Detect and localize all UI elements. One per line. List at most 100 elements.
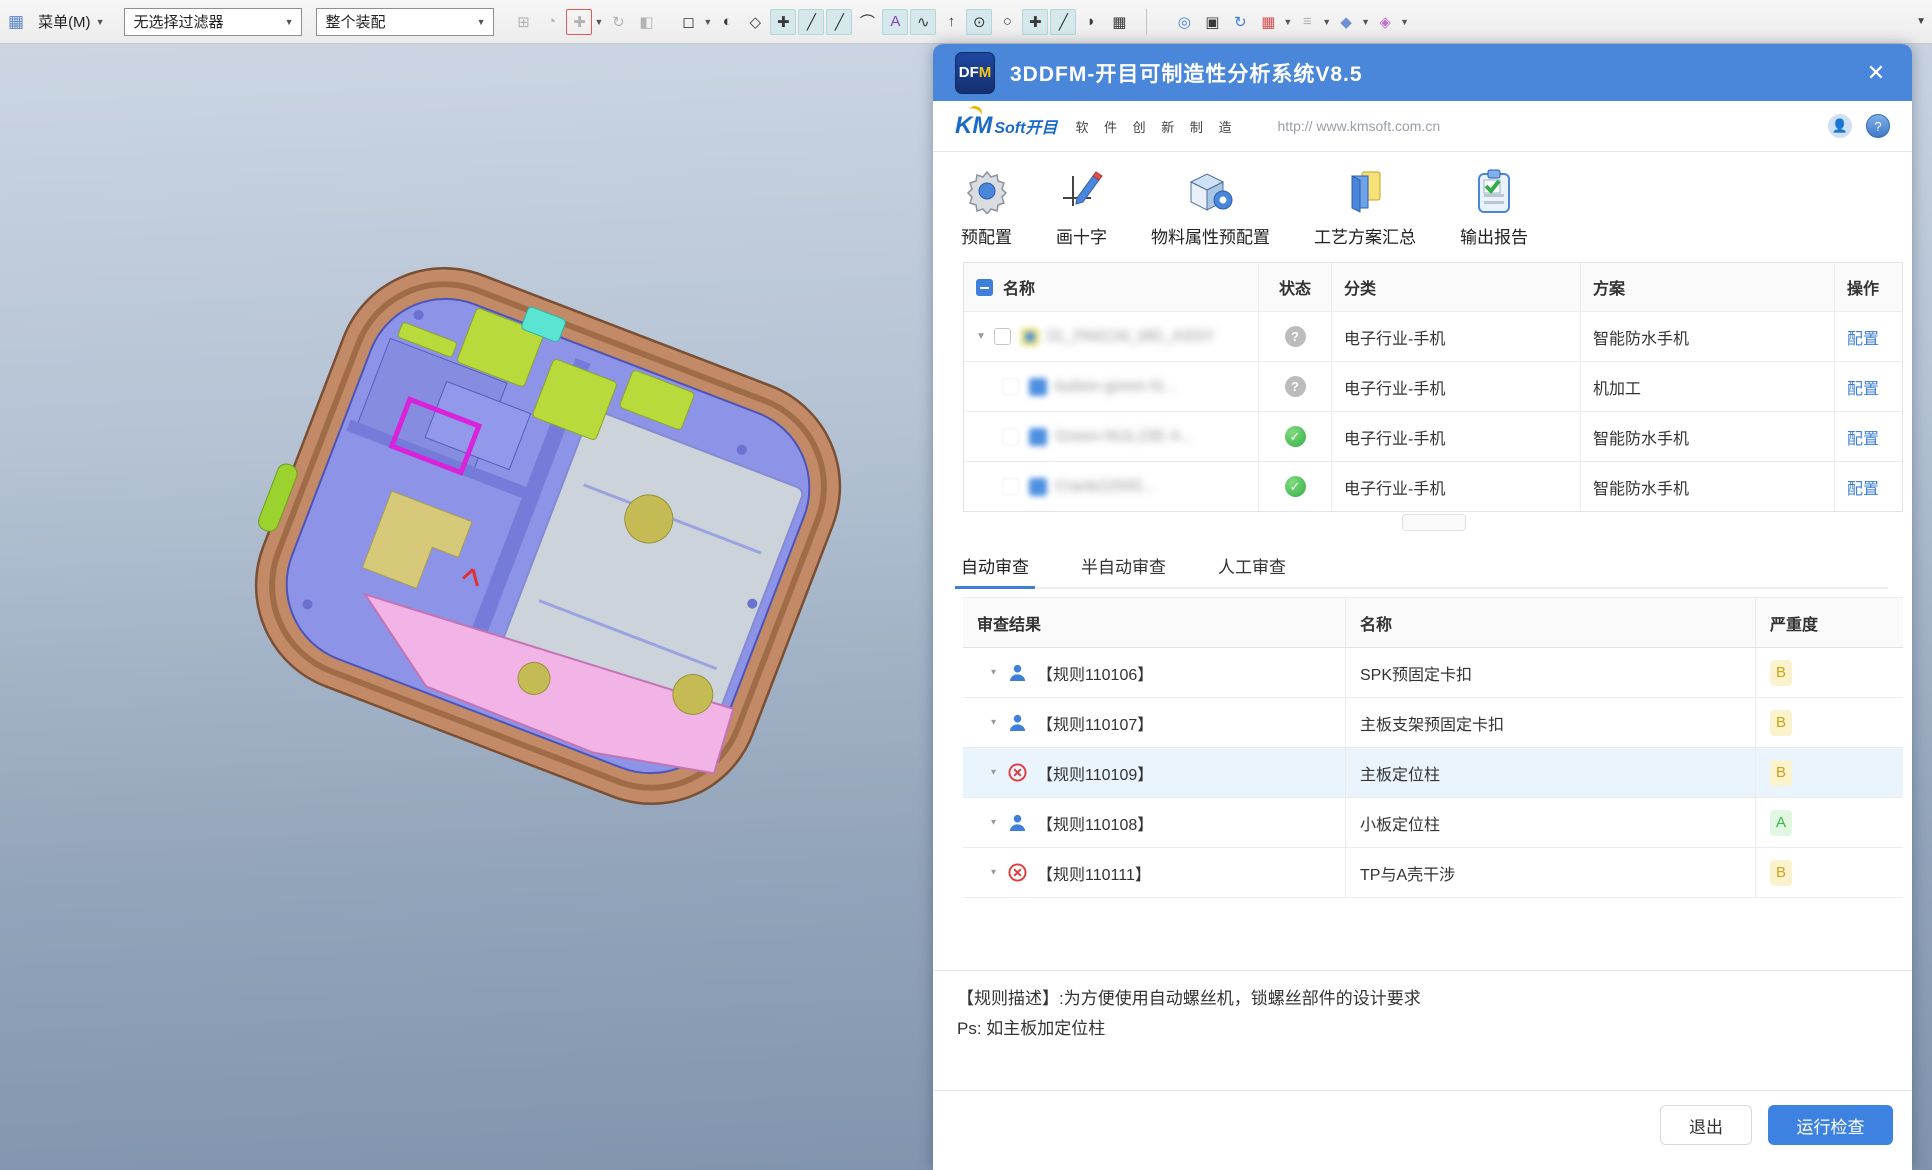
status-ok-icon: ✓ (1285, 426, 1306, 447)
render-style-icon[interactable]: ◈ (1372, 9, 1398, 35)
help-icon[interactable]: ? (1866, 114, 1890, 138)
chevron-down-icon[interactable]: ▼ (703, 17, 712, 27)
row-checkbox[interactable] (994, 328, 1011, 345)
table-row[interactable]: ▾ 【规则110108】 小板定位柱 A (963, 798, 1903, 848)
selection-filter-dropdown[interactable]: 无选择过滤器 ▼ (124, 8, 302, 36)
move-component-icon[interactable]: ✚ (770, 9, 796, 35)
chevron-down-icon[interactable]: ▼ (1361, 17, 1370, 27)
expand-icon[interactable]: ▼ (976, 331, 986, 342)
rule-name: TP与A壳干涉 (1346, 848, 1756, 897)
row-checkbox[interactable] (1002, 378, 1019, 395)
reuse-library-icon[interactable]: ↻ (605, 9, 631, 35)
rule-name: 主板定位柱 (1346, 748, 1756, 797)
col-plan: 方案 (1581, 263, 1835, 311)
person-icon (1008, 663, 1027, 682)
chevron-down-icon[interactable]: ▼ (1322, 17, 1331, 27)
select-box-icon[interactable]: ◻ (675, 9, 701, 35)
configure-link[interactable]: 配置 (1847, 425, 1879, 449)
user-icon[interactable]: 👤 (1828, 114, 1852, 138)
show-hide-icon[interactable]: ◐ (714, 9, 740, 35)
part-name: Green-NUL15E-4... (1055, 428, 1193, 446)
exit-button[interactable]: 退出 (1660, 1105, 1752, 1145)
rule-name: 主板支架预固定卡扣 (1346, 698, 1756, 747)
layers-icon[interactable]: ≡ (1294, 9, 1320, 35)
chevron-down-icon[interactable]: ▼ (1400, 17, 1409, 27)
dialog-title: 3DDFM-开目可制造性分析系统V8.5 (1010, 58, 1363, 88)
table-row[interactable]: button-green-N... ? 电子行业-手机 机加工 配置 (964, 361, 1902, 411)
ellipse-icon[interactable]: ○ (994, 9, 1020, 35)
configure-link[interactable]: 配置 (1847, 325, 1879, 349)
pattern-icon[interactable]: ◧ (633, 9, 659, 35)
spline-icon[interactable]: ∿ (910, 9, 936, 35)
parts-table-header: 名称 状态 分类 方案 操作 (964, 263, 1902, 311)
chevron-down-icon[interactable]: ▼ (1283, 17, 1292, 27)
table-row[interactable]: ▾ 【规则110106】 SPK预固定卡扣 B (963, 648, 1903, 698)
close-icon[interactable]: ✕ (1862, 59, 1890, 87)
tab-manual-review[interactable]: 人工审查 (1214, 547, 1290, 587)
expand-icon[interactable]: ▾ (991, 767, 996, 778)
row-checkbox[interactable] (1002, 478, 1019, 495)
reflect-icon[interactable]: ◔ (538, 9, 564, 35)
view-cube-icon[interactable]: ◆ (1333, 9, 1359, 35)
expand-icon[interactable]: ▾ (991, 667, 996, 678)
line-icon[interactable]: ╱ (798, 9, 824, 35)
preconfig-button[interactable]: 预配置 (961, 162, 1012, 248)
toolbar-icon-group-sketch: ◻ ▼ ◐ ◇ ✚ ╱ ╱ ⌒ A ∿ ↑ ⊙ ○ ✚ ╱ ◗ ▦ (675, 9, 1132, 35)
tab-auto-review[interactable]: 自动审查 (957, 547, 1033, 587)
line-dashed-icon[interactable]: ╱ (826, 9, 852, 35)
studio-spline-icon[interactable]: A (882, 9, 908, 35)
kmsoft-logo-text: Soft开目 (994, 114, 1057, 138)
arc-icon[interactable]: ⌒ (854, 9, 880, 35)
part-category: 电子行业-手机 (1332, 412, 1581, 461)
expand-icon[interactable]: ▾ (991, 817, 996, 828)
grid-color-icon[interactable]: ▦ (1255, 9, 1281, 35)
configure-link[interactable]: 配置 (1847, 375, 1879, 399)
circle-center-icon[interactable]: ⊙ (966, 9, 992, 35)
dialog-titlebar[interactable]: DFM 3DDFM-开目可制造性分析系统V8.5 ✕ (933, 44, 1912, 101)
material-preconfig-button[interactable]: 物料属性预配置 (1151, 162, 1270, 248)
expand-icon[interactable]: ▾ (991, 867, 996, 878)
gear-icon (964, 162, 1010, 214)
pencil-cross-icon (1059, 162, 1105, 214)
part-icon (1029, 378, 1047, 396)
table-row-selected[interactable]: ▾ 【规则110109】 主板定位柱 B (963, 748, 1903, 798)
app-window: ▦ 菜单(M) ▼ 无选择过滤器 ▼ 整个装配 ▼ ⊞ ◔ ✚ ▼ ↻ ◧ ◻ … (0, 0, 1932, 1170)
brand-url: http:// www.kmsoft.com.cn (1278, 118, 1441, 134)
menu-button[interactable]: 菜单(M) ▼ (32, 8, 110, 35)
toolbar-overflow-caret[interactable]: ▼ (1916, 16, 1926, 27)
export-report-button[interactable]: 输出报告 (1460, 162, 1528, 248)
grid-icon[interactable]: ▦ (1106, 9, 1132, 35)
col-name: 名称 (1003, 275, 1035, 299)
configure-link[interactable]: 配置 (1847, 475, 1879, 499)
datum-icon[interactable]: ◇ (742, 9, 768, 35)
chevron-down-icon[interactable]: ▼ (594, 17, 603, 27)
pan-icon[interactable]: ▣ (1199, 9, 1225, 35)
point-plus-icon[interactable]: ✚ (1022, 9, 1048, 35)
action-label: 工艺方案汇总 (1314, 223, 1416, 248)
dfm-logo: DFM (955, 52, 995, 94)
table-row[interactable]: Green-NUL15E-4... ✓ 电子行业-手机 智能防水手机 配置 (964, 411, 1902, 461)
expand-icon[interactable]: ▾ (991, 717, 996, 728)
table-row[interactable]: ▾ 【规则110107】 主板支架预固定卡扣 B (963, 698, 1903, 748)
collapse-handle[interactable] (1402, 514, 1466, 531)
axis-icon[interactable]: ↑ (938, 9, 964, 35)
add-component-icon[interactable]: ✚ (566, 9, 592, 35)
part-plan: 智能防水手机 (1581, 462, 1835, 511)
tab-semi-auto-review[interactable]: 半自动审查 (1077, 547, 1170, 587)
table-row[interactable]: ▼ 01_PA6134_MD_ASSY ? 电子行业-手机 智能防水手机 配置 (964, 311, 1902, 361)
table-row[interactable]: Crank22555... ✓ 电子行业-手机 智能防水手机 配置 (964, 461, 1902, 511)
run-check-button[interactable]: 运行检查 (1768, 1105, 1893, 1145)
row-checkbox[interactable] (1002, 428, 1019, 445)
surface-icon[interactable]: ◗ (1078, 9, 1104, 35)
line-angle-icon[interactable]: ╱ (1050, 9, 1076, 35)
severity-badge: B (1770, 860, 1792, 886)
zoom-window-icon[interactable]: ◎ (1171, 9, 1197, 35)
select-all-checkbox[interactable] (976, 279, 993, 296)
col-review-name: 名称 (1346, 598, 1756, 647)
assembly-icon[interactable]: ⊞ (510, 9, 536, 35)
table-row[interactable]: ▾ 【规则110111】 TP与A壳干涉 B (963, 848, 1903, 898)
process-summary-button[interactable]: 工艺方案汇总 (1314, 162, 1416, 248)
refresh-icon[interactable]: ↻ (1227, 9, 1253, 35)
scope-dropdown[interactable]: 整个装配 ▼ (316, 8, 494, 36)
draw-cross-button[interactable]: 画十字 (1056, 162, 1107, 248)
